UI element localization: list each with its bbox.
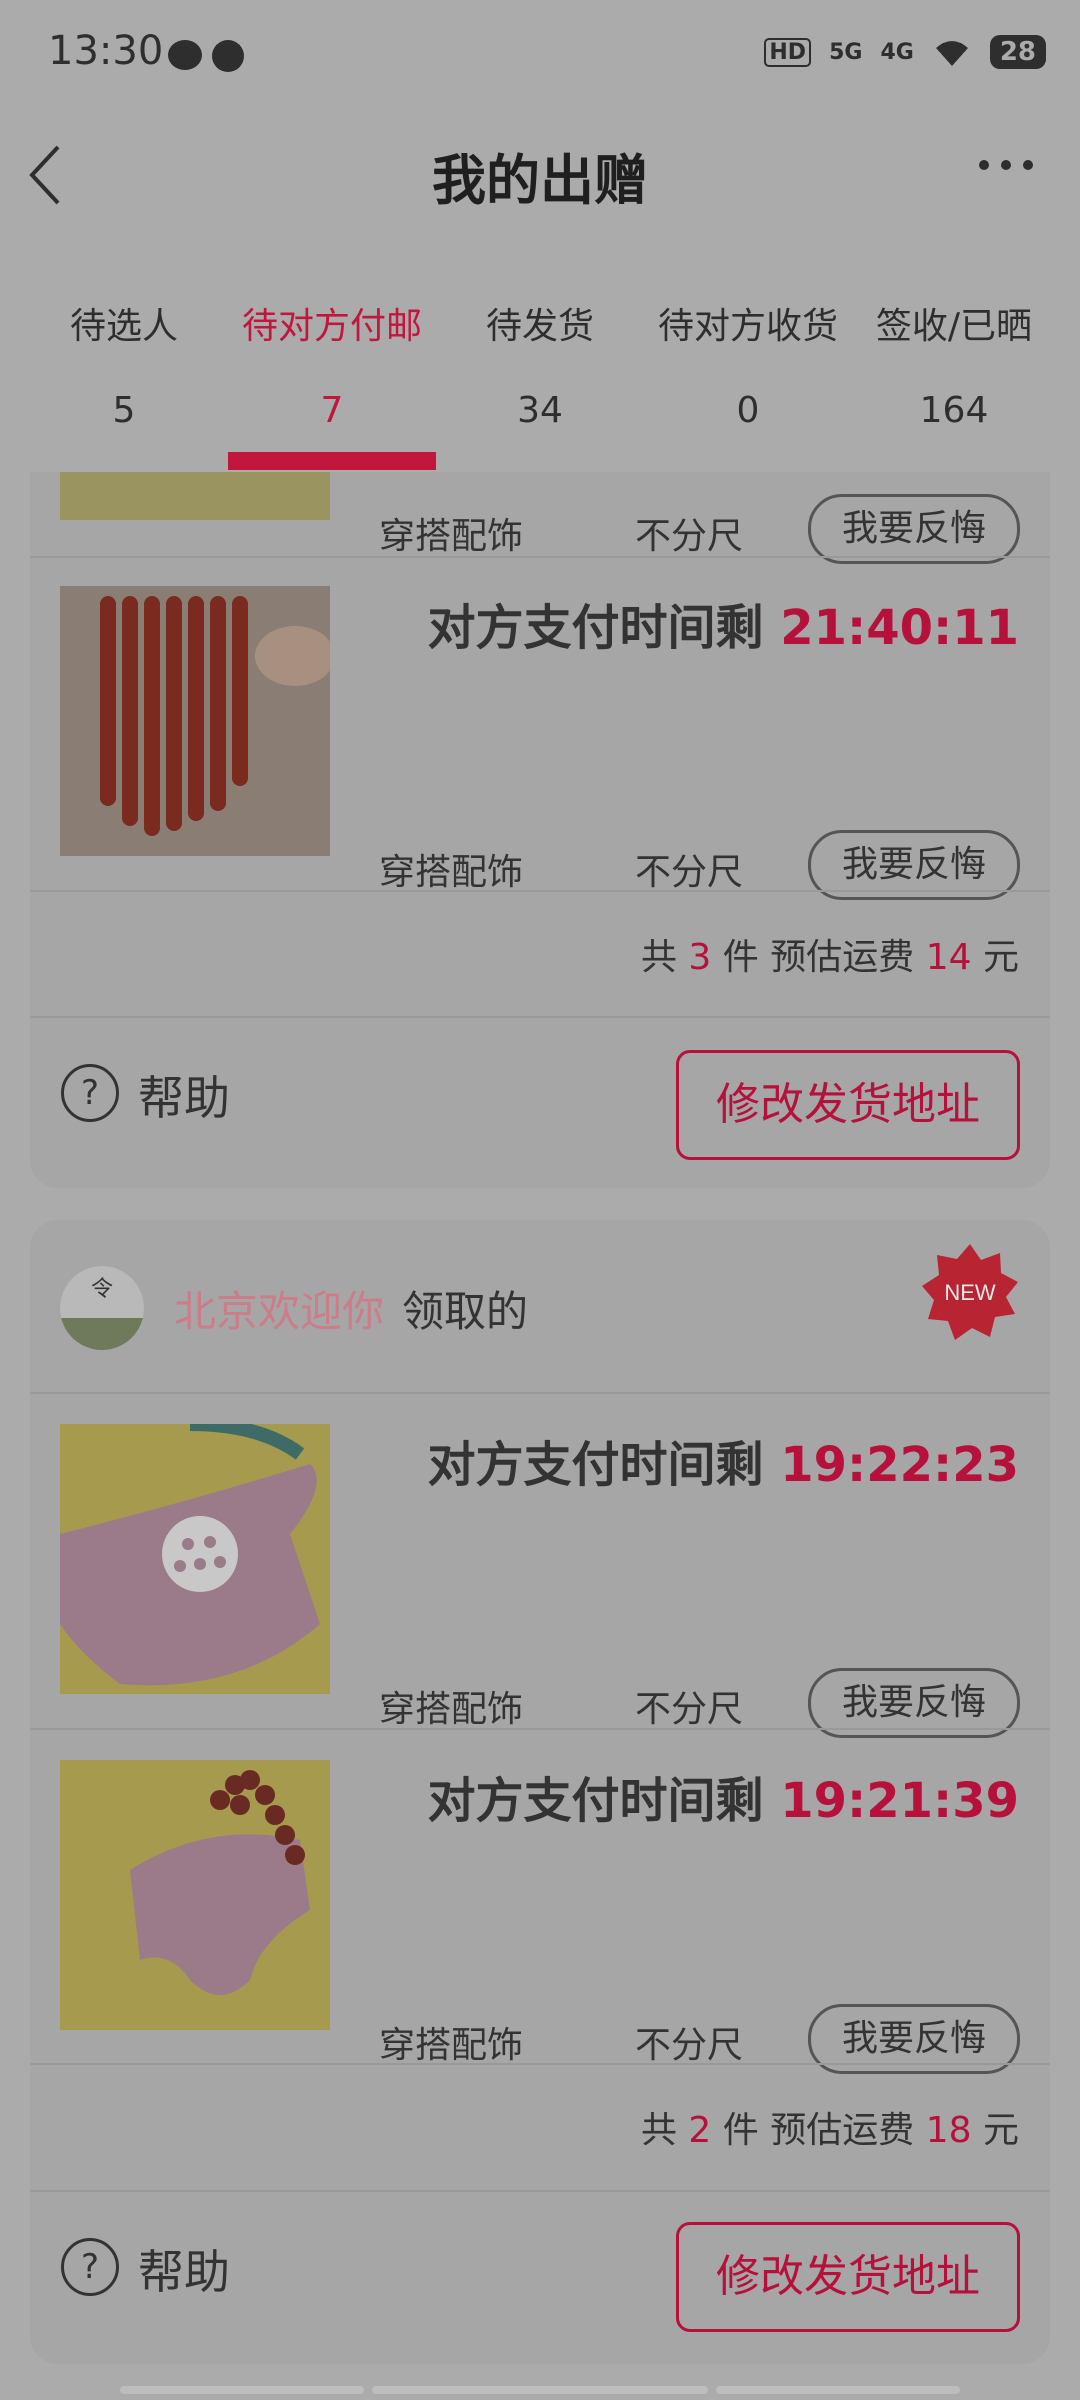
item-category: 穿搭配饰: [379, 1689, 524, 1730]
divider: [30, 1728, 1050, 1730]
payment-countdown: 对方支付时间剩 19:22:23: [427, 1437, 1019, 1493]
countdown-time: 19:21:39: [780, 1773, 1019, 1829]
more-icon[interactable]: [976, 150, 1036, 180]
tab-label: 待选人: [69, 306, 178, 347]
help-icon[interactable]: ?: [61, 1064, 119, 1122]
avatar[interactable]: 令: [60, 1266, 144, 1350]
product-thumbnail[interactable]: [60, 586, 335, 856]
item-size: 不分尺: [635, 516, 744, 557]
item-category: 穿搭配饰: [379, 2025, 524, 2066]
item-category: 穿搭配饰: [379, 852, 524, 893]
4g-signal-icon: 4G: [880, 39, 914, 65]
active-tab-indicator: [228, 452, 436, 470]
wifi-icon: [935, 41, 968, 66]
item-size: 不分尺: [635, 852, 744, 893]
product-thumbnail[interactable]: [60, 1417, 330, 1694]
order-summary: 共 2 件 预估运费 18 元: [640, 2110, 1019, 2151]
battery-icon: 28: [989, 35, 1046, 69]
divider: [30, 1392, 1050, 1394]
divider: [30, 1016, 1050, 1018]
scroll-hint: [120, 2386, 364, 2394]
divider: [30, 556, 1050, 558]
payment-countdown: 对方支付时间剩 19:21:39: [427, 1773, 1019, 1829]
change-address-button[interactable]: 修改发货地址: [676, 1050, 1020, 1160]
new-badge-text: NEW: [944, 1280, 996, 1305]
product-thumbnail[interactable]: [60, 1760, 330, 2030]
scroll-hint: [716, 2386, 960, 2394]
order-summary: 共 3 件 预估运费 14 元: [640, 937, 1019, 978]
message-icon: [168, 40, 202, 70]
claim-suffix: 领取的: [402, 1287, 529, 1336]
help-icon[interactable]: ?: [61, 2238, 119, 2296]
page-title: 我的出赠: [432, 149, 648, 212]
claimant-name[interactable]: 北京欢迎你: [174, 1278, 384, 1339]
status-bar: 13:30 HD 5G 4G 28: [0, 0, 1080, 115]
tab-count: 34: [517, 390, 563, 431]
scroll-hint: [372, 2386, 708, 2394]
tab-count: 5: [112, 390, 136, 431]
app-notification-icon: [212, 40, 244, 72]
help-label[interactable]: 帮助: [138, 2236, 230, 2302]
countdown-time: 21:40:11: [780, 600, 1019, 656]
countdown-time: 19:22:23: [780, 1437, 1019, 1493]
item-size: 不分尺: [635, 1689, 744, 1730]
divider: [30, 2063, 1050, 2065]
item-category: 穿搭配饰: [379, 516, 524, 557]
5g-signal-icon: 5G: [829, 39, 863, 65]
change-address-button[interactable]: 修改发货地址: [676, 2222, 1020, 2332]
status-icons: HD 5G 4G 28: [764, 35, 1046, 69]
help-label[interactable]: 帮助: [138, 1062, 230, 1128]
status-time: 13:30: [48, 28, 164, 74]
new-badge: NEW: [920, 1242, 1020, 1342]
status-tabs: 待选人 5 待对方付邮 7 待发货 34 待对方收货 0 签收/已晒 164: [0, 282, 1080, 472]
divider: [30, 890, 1050, 892]
tab-count: 164: [919, 390, 989, 431]
regret-button[interactable]: 我要反悔: [808, 494, 1020, 564]
tab-label: 待发货: [485, 306, 594, 347]
tab-label: 待对方收货: [657, 306, 838, 347]
tab-label: 签收/已晒: [875, 306, 1033, 347]
hd-icon: HD: [764, 37, 812, 67]
divider: [30, 2190, 1050, 2192]
tab-label: 待对方付邮: [241, 306, 422, 347]
item-size: 不分尺: [635, 2025, 744, 2066]
svg-text:令: 令: [91, 1276, 113, 1301]
tab-count: 7: [320, 390, 344, 431]
payment-countdown: 对方支付时间剩 21:40:11: [427, 600, 1019, 656]
tab-count: 0: [736, 390, 760, 431]
